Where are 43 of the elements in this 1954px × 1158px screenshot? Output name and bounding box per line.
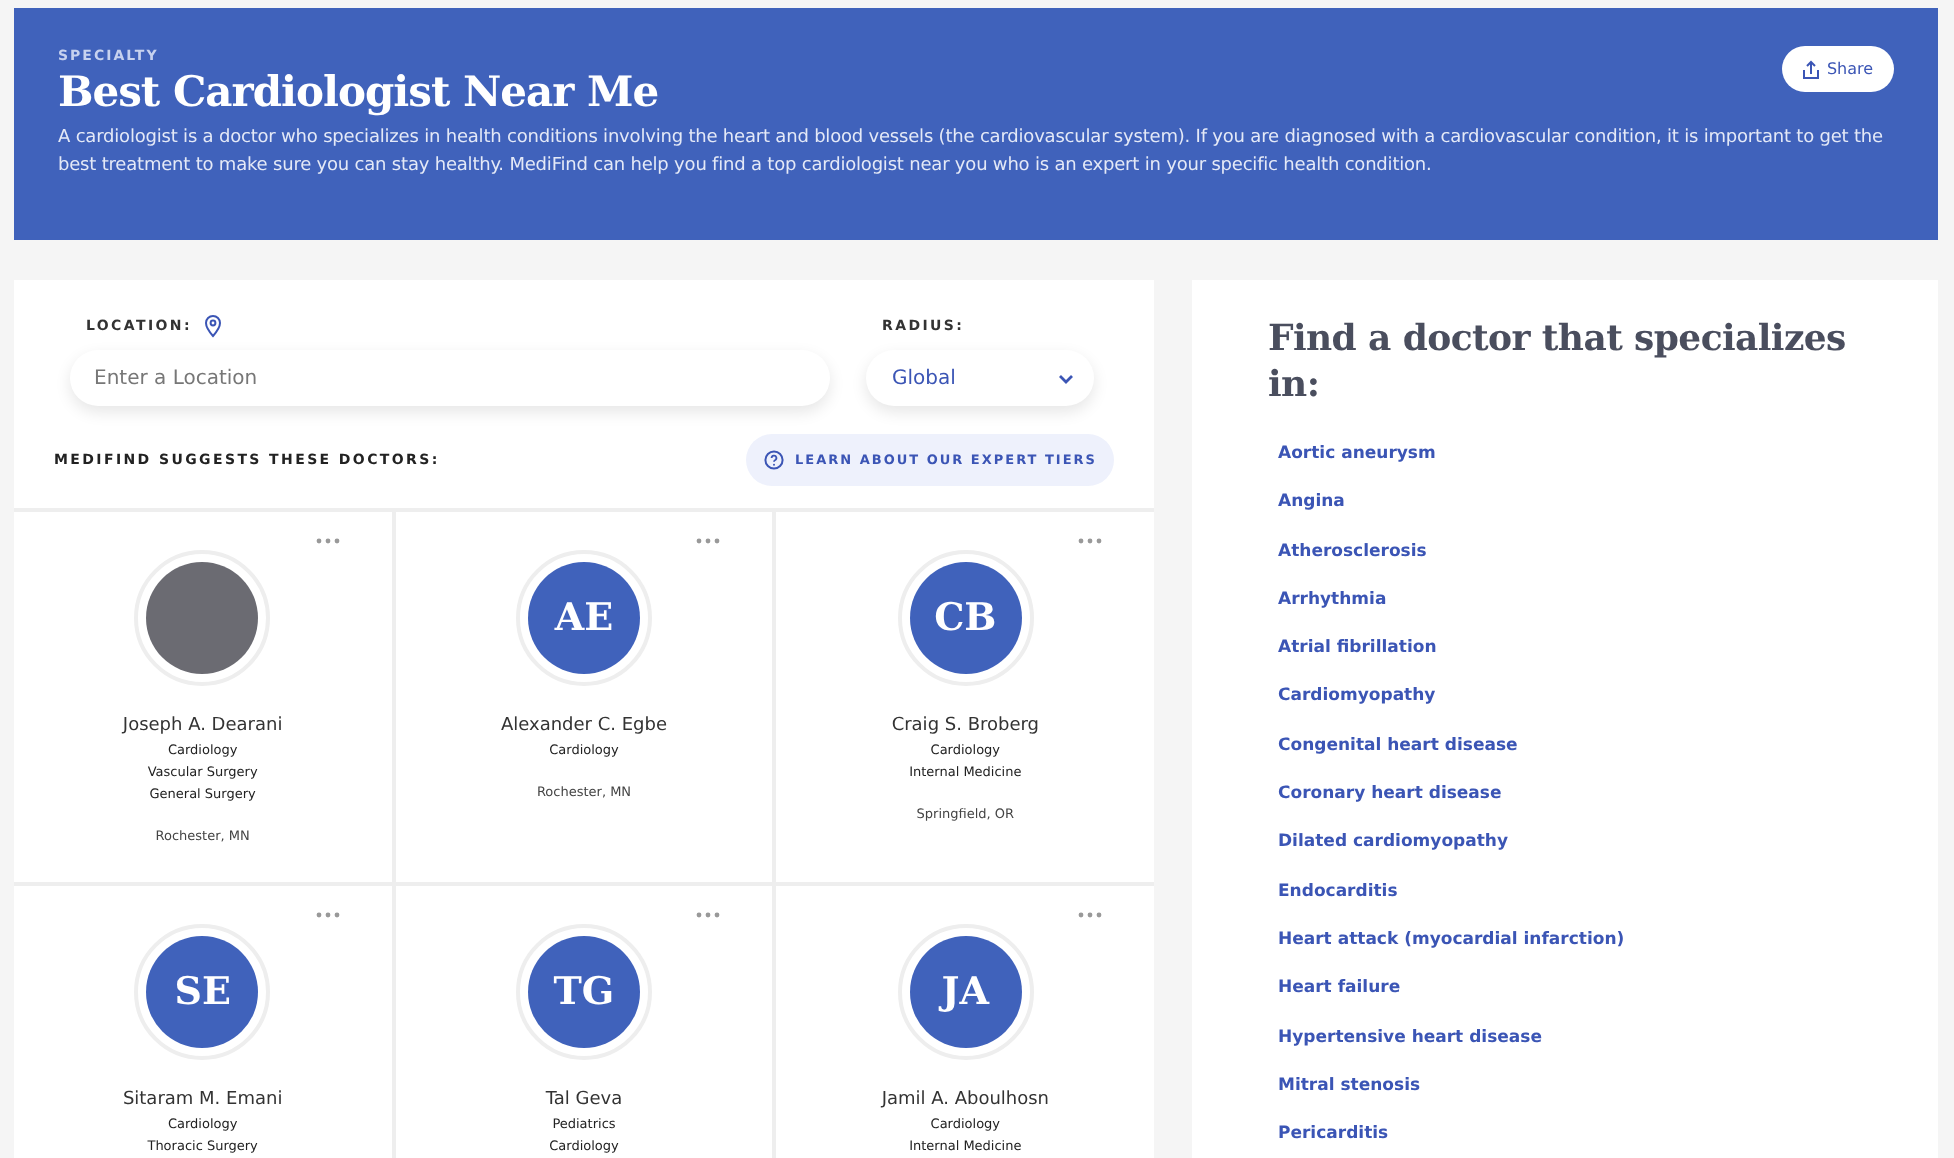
initials-avatar: AE (527, 562, 640, 674)
initials-avatar: CB (909, 562, 1022, 674)
doctor-name[interactable]: Alexander C. Egbe (500, 716, 668, 736)
condition-link[interactable]: Heart failure (1278, 978, 1401, 999)
doctor-name[interactable]: Joseph A. Dearani (122, 716, 283, 736)
condition-link[interactable]: Heart attack (myocardial infarction) (1278, 929, 1625, 950)
condition-link[interactable]: Coronary heart disease (1278, 784, 1502, 805)
more-options-icon[interactable] (1078, 912, 1102, 918)
condition-link[interactable]: Atherosclerosis (1278, 541, 1427, 562)
photo-placeholder (146, 562, 259, 674)
more-options-icon[interactable] (315, 538, 340, 544)
more-options-icon[interactable] (696, 538, 721, 544)
more-options-icon[interactable] (315, 912, 340, 918)
doctor-name[interactable]: Craig S. Broberg (891, 716, 1040, 736)
initials-avatar: JA (909, 936, 1022, 1048)
doctor-name[interactable]: Sitaram M. Emani (122, 1090, 283, 1110)
share-button[interactable]: Share (1782, 46, 1894, 92)
doctor-name[interactable]: Tal Geva (545, 1090, 623, 1110)
condition-link[interactable]: Hypertensive heart disease (1278, 1027, 1542, 1048)
chevron-down-icon (1058, 373, 1074, 383)
condition-link[interactable]: Angina (1278, 492, 1345, 513)
condition-link[interactable]: Pericarditis (1278, 1124, 1389, 1145)
condition-link[interactable]: Congenital heart disease (1278, 735, 1518, 756)
more-options-icon[interactable] (1078, 538, 1102, 544)
location-input[interactable]: Enter a Location (70, 350, 830, 406)
page-title: Best Cardiologist Near Me (58, 66, 659, 116)
question-circle-icon (763, 450, 784, 470)
condition-link[interactable]: Cardiomyopathy (1278, 686, 1436, 707)
initials-avatar: TG (527, 936, 640, 1048)
radius-dropdown[interactable]: Global (866, 350, 1094, 406)
page-description: A cardiologist is a doctor who specializes in health conditions involving the heart and blood vessels (the cardiovascular system). If you are diagnosed with a cardiovascular condition, it is important to get the best treatment to make sure you can stay healthy. MediFind can help you find a top cardiologist near you who is an expert in your specific health condition. (58, 126, 1885, 180)
initials-avatar: SE (146, 936, 259, 1048)
condition-link[interactable]: Aortic aneurysm (1278, 444, 1436, 464)
condition-link[interactable]: Arrhythmia (1278, 589, 1387, 610)
condition-link[interactable]: Atrial fibrillation (1278, 638, 1437, 659)
more-options-icon[interactable] (696, 912, 721, 918)
doctor-name[interactable]: Jamil A. Aboulhosn (881, 1090, 1050, 1110)
location-pin-icon (203, 314, 222, 338)
condition-link[interactable]: Mitral stenosis (1278, 1075, 1421, 1096)
condition-link[interactable]: Endocarditis (1278, 881, 1398, 902)
conditions-heading: Find a doctor that specializes in: (1268, 316, 1848, 408)
condition-link[interactable]: Dilated cardiomyopathy (1278, 832, 1509, 853)
share-icon (1802, 59, 1821, 79)
